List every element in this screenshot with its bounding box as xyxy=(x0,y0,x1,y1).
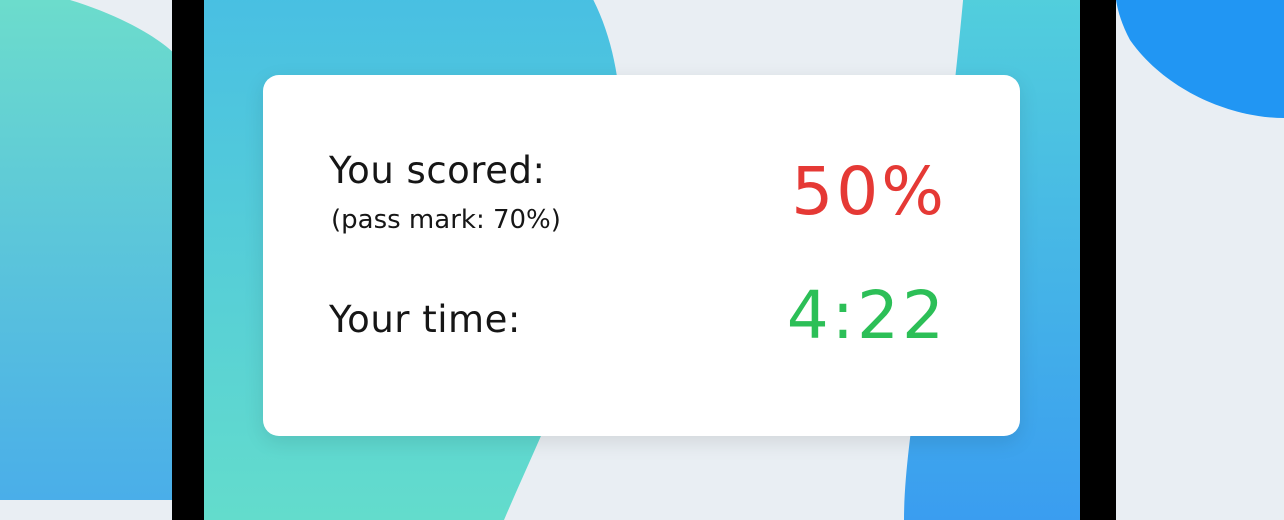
left-wave-shape xyxy=(0,0,180,500)
result-card: You scored: (pass mark: 70%) 50% Your ti… xyxy=(263,75,1020,436)
time-value: 4:22 xyxy=(786,277,947,354)
pass-mark-label: (pass mark: 70%) xyxy=(331,205,561,235)
right-corner-blob xyxy=(1116,0,1284,118)
score-label: You scored: xyxy=(329,149,546,192)
time-label: Your time: xyxy=(329,298,521,341)
score-value: 50% xyxy=(791,153,947,230)
